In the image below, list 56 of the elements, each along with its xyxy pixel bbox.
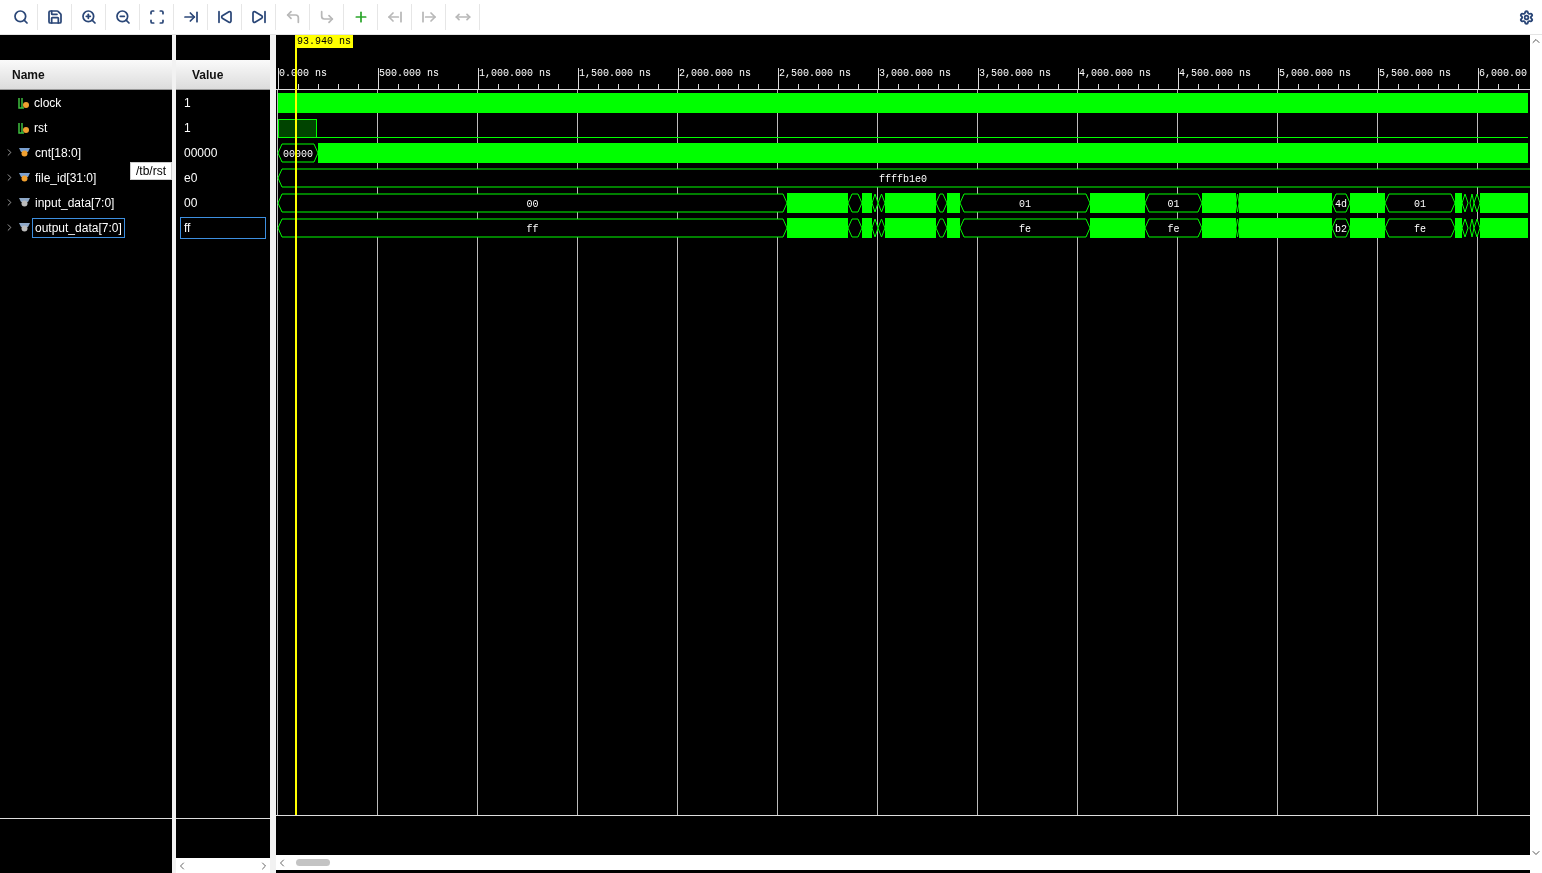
time-tick-label: 2,000.000 ns — [679, 68, 751, 79]
time-tick-label: 2,500.000 ns — [779, 68, 851, 79]
time-tick-label: 1,500.000 ns — [579, 68, 651, 79]
bus-port-icon — [18, 197, 31, 208]
bus-port-icon — [18, 222, 31, 233]
time-tick-label: 6,000.00 — [1479, 68, 1527, 79]
bus-signal-icon — [18, 172, 31, 183]
waveform-value: ff — [526, 223, 539, 235]
frame-corners-icon — [148, 9, 165, 25]
waveform-value: fe — [1019, 223, 1031, 235]
bus-signal-icon — [18, 147, 31, 158]
signal-value: 1 — [183, 94, 192, 112]
waveform-value: 01 — [1019, 198, 1031, 210]
corner-arrow-icon — [284, 9, 301, 25]
waveform-value: fe — [1414, 223, 1426, 235]
signal-value: ff — [180, 216, 266, 239]
signal-value: 1 — [183, 119, 192, 137]
signal-value: e0 — [183, 169, 199, 187]
zoom-out-icon — [114, 9, 131, 25]
signal-name[interactable]: clock — [31, 92, 65, 113]
time-tick-label: 500.000 ns — [379, 68, 439, 79]
time-tick-label: 4,500.000 ns — [1179, 68, 1251, 79]
bit-signal-icon — [18, 121, 30, 134]
cursor-time-label: 93.940 ns — [295, 35, 353, 48]
zoom-in-icon — [80, 9, 97, 25]
corner-arrow-icon — [318, 9, 335, 25]
bit-signal-icon — [18, 96, 30, 109]
waveform-value: fe — [1167, 223, 1180, 235]
time-tick-label: 5,000.000 ns — [1279, 68, 1351, 79]
column-header[interactable]: Name — [0, 60, 172, 90]
time-tick-label: 3,000.000 ns — [879, 68, 951, 79]
settings-icon — [1518, 9, 1534, 25]
signal-name[interactable]: cnt[18:0] — [32, 142, 85, 163]
waveform-value: 00 — [526, 198, 539, 210]
search-icon — [12, 9, 29, 25]
waveform-value: b2 — [1335, 223, 1347, 235]
signal-value: 00000 — [183, 144, 219, 162]
signal-name[interactable]: file_id[31:0] — [32, 167, 100, 188]
waveform-value: 01 — [1167, 198, 1180, 210]
tooltip: /tb/rst — [130, 162, 172, 180]
arrow-to-line-icon — [182, 9, 199, 25]
waveform-value: 4d — [1335, 198, 1347, 210]
signal-name[interactable]: output_data[7:0] — [32, 217, 125, 238]
skip-forward-icon — [250, 9, 267, 25]
time-tick-label: 4,000.000 ns — [1079, 68, 1151, 79]
waveform-value: 01 — [1414, 198, 1426, 210]
skip-back-icon — [216, 9, 233, 25]
waveform-value: ffffb1e0 — [879, 173, 927, 185]
signal-name[interactable]: rst — [31, 117, 51, 138]
signal-value: 00 — [183, 194, 199, 212]
time-tick-label: 3,500.000 ns — [979, 68, 1051, 79]
signal-name[interactable]: input_data[7:0] — [32, 192, 118, 213]
column-header[interactable]: Value — [176, 60, 270, 90]
time-tick-label: 5,500.000 ns — [1379, 68, 1451, 79]
scroll-thumb[interactable] — [296, 859, 330, 866]
time-tick-label: 1,000.000 ns — [479, 68, 551, 79]
